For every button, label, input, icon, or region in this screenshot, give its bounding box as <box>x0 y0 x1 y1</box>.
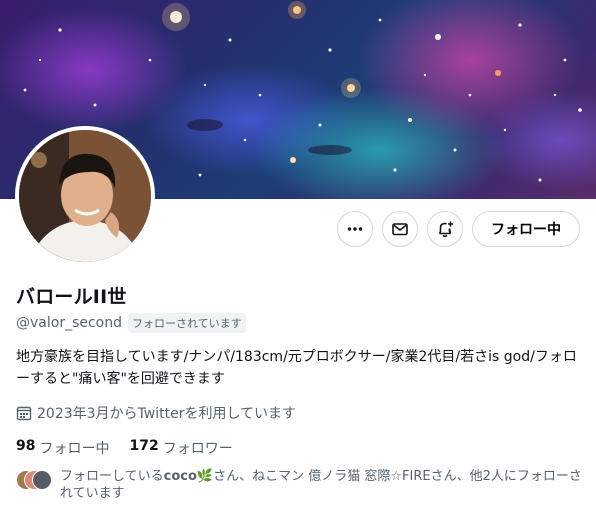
mutual-avatar <box>32 470 52 490</box>
bell-plus-icon <box>438 221 453 238</box>
followers-count-link[interactable]: 172 フォロワー <box>129 438 232 458</box>
user-handle: @valor_second <box>16 315 123 331</box>
more-horizontal-icon <box>347 227 363 231</box>
following-count-link[interactable]: 98 フォロー中 <box>16 438 109 458</box>
profile-bio: 地方豪族を目指しています/ナンパ/183cm/元プロボクサー/家業2代目/若さi… <box>16 349 577 387</box>
message-button[interactable] <box>382 211 418 247</box>
profile-avatar[interactable] <box>15 126 155 266</box>
display-name: バロールII世 <box>16 286 127 308</box>
join-date-text: 2023年3月からTwitterを利用しています <box>37 406 297 422</box>
following-count: 98 <box>16 438 36 454</box>
following-label: フォロー中 <box>39 441 110 457</box>
following-button[interactable]: フォロー中 <box>472 211 580 247</box>
follows-you-badge: フォローされています <box>128 313 246 333</box>
follow-stats: 98 フォロー中 172 フォロワー <box>16 438 233 458</box>
calendar-icon <box>16 406 32 421</box>
followers-label: フォロワー <box>162 441 233 457</box>
mutual-followers-text: フォローしているcoco🌿さん、ねこマン 億ノラ猫 窓際☆FIREさん、他2人に… <box>60 468 590 502</box>
profile-actions: フォロー中 <box>337 211 580 247</box>
join-date: 2023年3月からTwitterを利用しています <box>16 403 296 423</box>
mutual-prefix: フォローしている <box>60 469 164 484</box>
notify-button[interactable] <box>427 211 463 247</box>
mutual-avatars <box>16 470 52 490</box>
followers-count: 172 <box>129 438 159 454</box>
mutual-followers[interactable]: フォローしているcoco🌿さん、ねこマン 億ノラ猫 窓際☆FIREさん、他2人に… <box>16 468 590 502</box>
mutual-first-name: coco <box>163 469 197 484</box>
handle-row: @valor_second フォローされています <box>16 313 246 333</box>
envelope-icon <box>392 223 408 236</box>
more-button[interactable] <box>337 211 373 247</box>
